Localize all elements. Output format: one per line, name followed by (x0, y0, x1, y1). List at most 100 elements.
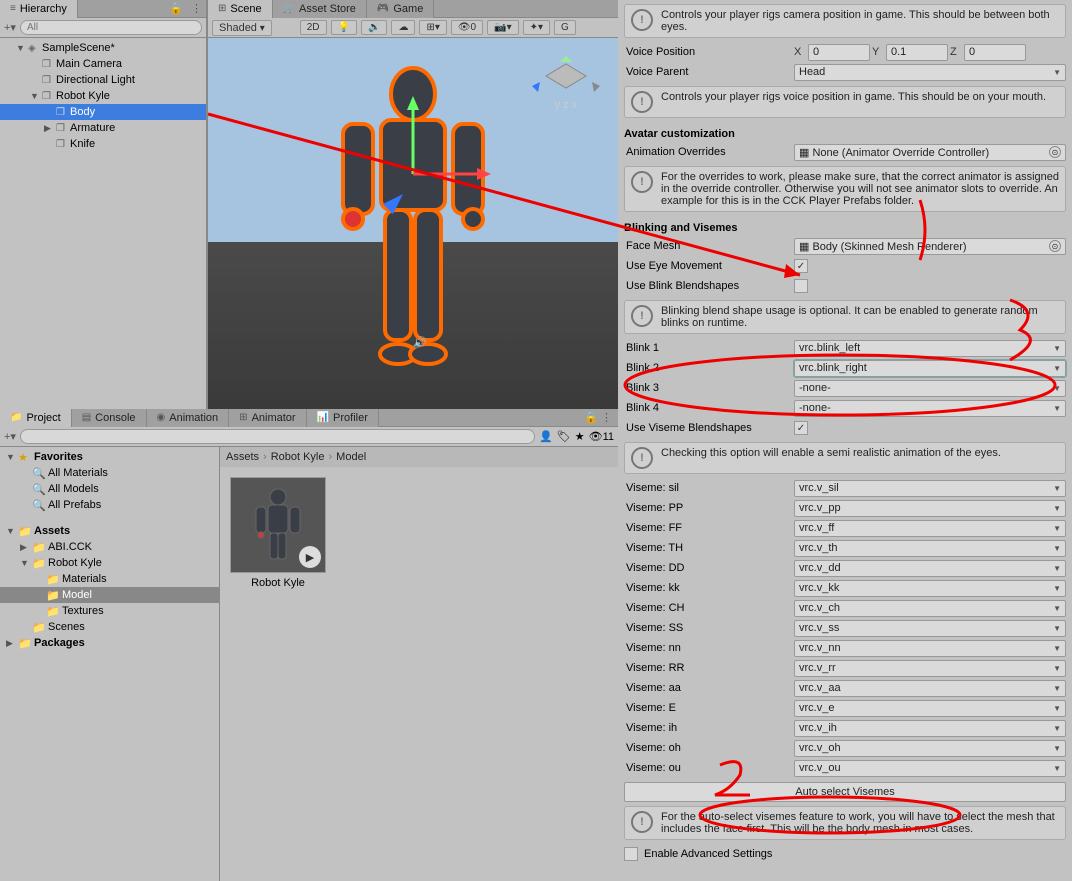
blink-dropdown[interactable]: -none-▼ (794, 380, 1066, 397)
blink-dropdown[interactable]: -none-▼ (794, 400, 1066, 417)
auto-select-visemes-button[interactable]: Auto select Visemes (624, 782, 1066, 802)
viseme-dropdown[interactable]: vrc.v_kk▼ (794, 580, 1066, 597)
gizmo-options[interactable]: ⊞▾ (419, 20, 446, 35)
fx-toggle[interactable]: ☁ (391, 20, 415, 35)
shading-dropdown[interactable]: Shaded ▾ (212, 20, 272, 36)
voice-pos-y[interactable] (886, 44, 948, 61)
breadcrumb-item[interactable]: Assets (226, 451, 259, 463)
project-tree-item[interactable]: 📁Scenes (0, 619, 219, 635)
blink-label: Blink 4 (624, 402, 794, 414)
blink-dropdown[interactable]: vrc.blink_left▼ (794, 340, 1066, 357)
audio-toggle[interactable]: 🔊 (361, 20, 387, 35)
project-tree-item[interactable]: ▼★Favorites (0, 449, 219, 465)
hidden-toggle[interactable]: 👁0 (451, 20, 483, 35)
expand-arrow-icon[interactable]: ▶ (44, 123, 56, 134)
scene-tab[interactable]: ⊞Scene (208, 0, 273, 18)
scene-viewport[interactable]: y z x 🔊 (208, 38, 618, 409)
asset-thumbnail[interactable]: ▶ (230, 477, 326, 573)
use-blink-checkbox[interactable] (794, 279, 808, 293)
breadcrumb-item[interactable]: Robot Kyle (271, 451, 325, 463)
hierarchy-item[interactable]: ❒Knife (0, 136, 206, 152)
viseme-dropdown[interactable]: vrc.v_dd▼ (794, 560, 1066, 577)
expand-arrow-icon[interactable]: ▶ (6, 638, 18, 649)
project-search-input[interactable] (20, 429, 535, 444)
viseme-dropdown[interactable]: vrc.v_sil▼ (794, 480, 1066, 497)
project-tree-item[interactable]: 🔍All Prefabs (0, 497, 219, 513)
viseme-dropdown[interactable]: vrc.v_ff▼ (794, 520, 1066, 537)
project-tree-item[interactable]: 📁Model (0, 587, 219, 603)
object-picker-icon[interactable]: ⊙ (1049, 146, 1061, 158)
viseme-dropdown[interactable]: vrc.v_e▼ (794, 700, 1066, 717)
project-tree-item[interactable]: ▶📁ABI.CCK (0, 539, 219, 555)
panel-menu-icon[interactable]: 🔒 ⋮ (379, 411, 618, 424)
scene-tab[interactable]: 🛒Asset Store (273, 0, 367, 18)
project-tree-item[interactable]: 📁Textures (0, 603, 219, 619)
gizmos-dropdown[interactable]: ✦▾ (523, 20, 550, 35)
viseme-dropdown[interactable]: vrc.v_aa▼ (794, 680, 1066, 697)
expand-arrow-icon[interactable]: ▼ (6, 526, 18, 536)
expand-arrow-icon[interactable]: ▼ (16, 43, 28, 53)
voice-pos-x[interactable] (808, 44, 870, 61)
face-mesh-field[interactable]: ▦ Body (Skinned Mesh Renderer)⊙ (794, 238, 1066, 255)
viseme-dropdown[interactable]: vrc.v_ou▼ (794, 760, 1066, 777)
label-icon[interactable]: 🏷 (557, 430, 571, 443)
hierarchy-item[interactable]: ▼◈SampleScene* (0, 40, 206, 56)
hierarchy-item[interactable]: ❒Main Camera (0, 56, 206, 72)
panel-menu-icon[interactable]: ⋮ (187, 2, 206, 15)
voice-pos-z[interactable] (964, 44, 1026, 61)
project-tab[interactable]: ▤Console (72, 409, 147, 427)
scene-tab[interactable]: 🎮Game (367, 0, 434, 18)
project-tab[interactable]: ◉Animation (147, 409, 230, 427)
viseme-dropdown[interactable]: vrc.v_ch▼ (794, 600, 1066, 617)
project-tree-item[interactable]: ▼📁Assets (0, 523, 219, 539)
hierarchy-item[interactable]: ❒Body (0, 104, 206, 120)
viseme-dropdown[interactable]: vrc.v_ss▼ (794, 620, 1066, 637)
create-dropdown[interactable]: +▾ (4, 21, 16, 34)
asset-item[interactable]: ▶ Robot Kyle (230, 477, 326, 589)
viseme-dropdown[interactable]: vrc.v_nn▼ (794, 640, 1066, 657)
project-tree-item[interactable]: 🔍All Models (0, 481, 219, 497)
hierarchy-search-input[interactable] (20, 20, 202, 35)
voice-parent-dropdown[interactable]: Head▼ (794, 64, 1066, 81)
hierarchy-tab[interactable]: ≡Hierarchy (0, 0, 78, 18)
project-tree-item[interactable]: 🔍All Materials (0, 465, 219, 481)
project-tab[interactable]: 📊Profiler (307, 409, 379, 427)
scene-gizmo[interactable]: y z x (532, 56, 600, 124)
project-tab[interactable]: ⊞Animator (229, 409, 306, 427)
project-tree-item[interactable]: ▶📁Packages (0, 635, 219, 651)
hierarchy-item[interactable]: ❒Directional Light (0, 72, 206, 88)
viseme-dropdown[interactable]: vrc.v_th▼ (794, 540, 1066, 557)
viseme-dropdown[interactable]: vrc.v_ih▼ (794, 720, 1066, 737)
light-toggle[interactable]: 💡 (331, 20, 357, 35)
enable-advanced-checkbox[interactable] (624, 847, 638, 861)
object-picker-icon[interactable]: ⊙ (1049, 240, 1061, 252)
expand-arrow-icon[interactable]: ▼ (6, 452, 18, 462)
hidden-count[interactable]: 👁11 (589, 430, 614, 443)
project-tree-item[interactable]: 📁Materials (0, 571, 219, 587)
project-tab[interactable]: 📁Project (0, 409, 72, 427)
blink-dropdown[interactable]: vrc.blink_right▼ (794, 360, 1066, 377)
viseme-dropdown[interactable]: vrc.v_pp▼ (794, 500, 1066, 517)
project-create-dropdown[interactable]: +▾ (4, 430, 16, 443)
2d-toggle[interactable]: 2D (300, 20, 327, 35)
expand-arrow-icon[interactable]: ▶ (20, 542, 32, 553)
viseme-dropdown[interactable]: vrc.v_oh▼ (794, 740, 1066, 757)
play-icon[interactable]: ▶ (299, 546, 321, 568)
hierarchy-item[interactable]: ▶❒Armature (0, 120, 206, 136)
filter-icon[interactable]: 👤 (539, 430, 553, 443)
camera-options[interactable]: 📷▾ (487, 20, 518, 35)
panel-lock-icon[interactable]: 🔒 (165, 2, 187, 15)
project-tree-item[interactable]: ▼📁Robot Kyle (0, 555, 219, 571)
breadcrumb-item[interactable]: Model (336, 451, 366, 463)
expand-arrow-icon[interactable]: ▼ (30, 91, 42, 101)
project-breadcrumb[interactable]: Assets›Robot Kyle›Model (220, 447, 618, 467)
fav-icon[interactable]: ★ (575, 430, 585, 443)
expand-arrow-icon[interactable]: ▼ (20, 558, 32, 568)
tree-item-label: Model (62, 589, 92, 601)
hierarchy-item[interactable]: ▼❒Robot Kyle (0, 88, 206, 104)
g-button[interactable]: G (554, 20, 576, 35)
use-viseme-checkbox[interactable]: ✓ (794, 421, 808, 435)
use-eye-checkbox[interactable]: ✓ (794, 259, 808, 273)
anim-overrides-field[interactable]: ▦ None (Animator Override Controller)⊙ (794, 144, 1066, 161)
viseme-dropdown[interactable]: vrc.v_rr▼ (794, 660, 1066, 677)
